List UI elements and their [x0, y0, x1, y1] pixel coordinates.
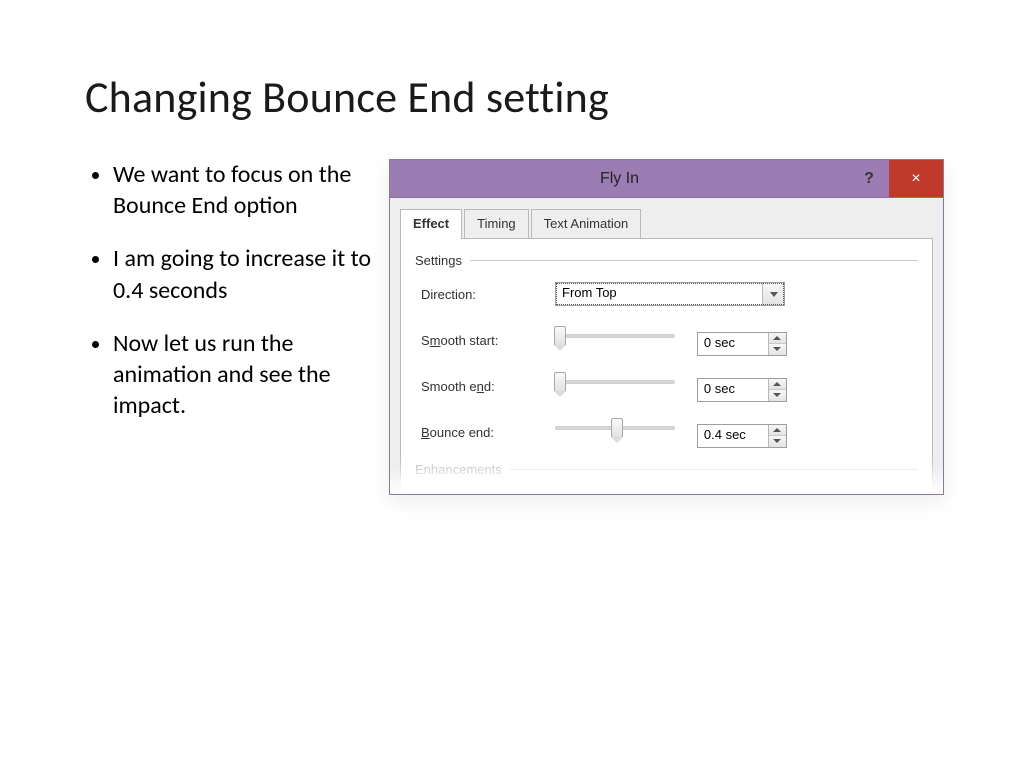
settings-group-label: Settings: [415, 253, 918, 268]
smooth-end-slider[interactable]: [555, 371, 675, 393]
direction-label: Direction:: [415, 287, 555, 302]
bounce-end-spinner[interactable]: 0.4 sec: [697, 424, 787, 448]
close-button[interactable]: ×: [889, 160, 943, 197]
bounce-end-row: Bounce end: 0.4 sec: [415, 416, 918, 448]
chevron-down-icon: [770, 292, 778, 297]
chevron-up-icon: [773, 382, 781, 386]
smooth-end-label: Smooth end:: [415, 379, 555, 394]
bullet-list: We want to focus on the Bounce End optio…: [85, 159, 389, 443]
spin-down-button[interactable]: [769, 343, 786, 355]
smooth-start-slider[interactable]: [555, 325, 675, 347]
smooth-start-spinner[interactable]: 0 sec: [697, 332, 787, 356]
spin-up-button[interactable]: [769, 425, 786, 436]
spin-up-button[interactable]: [769, 379, 786, 390]
smooth-start-label: Smooth start:: [415, 333, 555, 348]
list-item: We want to focus on the Bounce End optio…: [113, 159, 389, 221]
enhancements-label-text: Enhancements: [415, 462, 502, 477]
slide-title: Changing Bounce End setting: [85, 70, 944, 124]
spin-up-button[interactable]: [769, 333, 786, 344]
smooth-end-row: Smooth end: 0 sec: [415, 370, 918, 402]
bounce-end-slider[interactable]: [555, 417, 675, 439]
divider: [470, 260, 918, 261]
chevron-up-icon: [773, 336, 781, 340]
slider-thumb[interactable]: [554, 372, 566, 392]
dropdown-button[interactable]: [762, 283, 784, 305]
bounce-end-label: Bounce end:: [415, 425, 555, 440]
slider-thumb[interactable]: [554, 326, 566, 346]
spin-down-button[interactable]: [769, 435, 786, 447]
smooth-end-value: 0 sec: [698, 379, 768, 401]
smooth-start-value: 0 sec: [698, 333, 768, 355]
slider-track: [555, 334, 675, 338]
tabstrip: Effect Timing Text Animation: [400, 209, 933, 239]
dialog-client: Effect Timing Text Animation Settings Di…: [390, 198, 943, 494]
help-button[interactable]: ?: [849, 160, 889, 197]
slider-track: [555, 380, 675, 384]
close-icon: ×: [911, 170, 920, 188]
effect-panel: Settings Direction: From Top: [400, 238, 933, 494]
dialog-area: Fly In ? × Effect Timing Text Animation: [389, 159, 944, 495]
tab-timing[interactable]: Timing: [464, 209, 529, 239]
fly-in-dialog: Fly In ? × Effect Timing Text Animation: [389, 159, 944, 495]
chevron-down-icon: [773, 439, 781, 443]
content-columns: We want to focus on the Bounce End optio…: [85, 159, 944, 495]
divider: [510, 469, 918, 470]
slide: Changing Bounce End setting We want to f…: [0, 0, 1024, 768]
chevron-up-icon: [773, 428, 781, 432]
slider-thumb[interactable]: [611, 418, 623, 438]
titlebar: Fly In ? ×: [390, 160, 943, 198]
enhancements-group-label: Enhancements: [415, 462, 918, 477]
dialog-title: Fly In: [390, 170, 849, 188]
bounce-end-value: 0.4 sec: [698, 425, 768, 447]
chevron-down-icon: [773, 347, 781, 351]
direction-combo[interactable]: From Top: [555, 282, 785, 306]
smooth-end-spinner[interactable]: 0 sec: [697, 378, 787, 402]
list-item: I am going to increase it to 0.4 seconds: [113, 243, 389, 305]
tab-text-animation[interactable]: Text Animation: [531, 209, 642, 239]
spin-down-button[interactable]: [769, 389, 786, 401]
tab-effect[interactable]: Effect: [400, 209, 462, 239]
smooth-start-row: Smooth start: 0 sec: [415, 324, 918, 356]
direction-value: From Top: [556, 283, 762, 305]
list-item: Now let us run the animation and see the…: [113, 328, 389, 422]
direction-row: Direction: From Top: [415, 278, 918, 310]
chevron-down-icon: [773, 393, 781, 397]
settings-label-text: Settings: [415, 253, 462, 268]
